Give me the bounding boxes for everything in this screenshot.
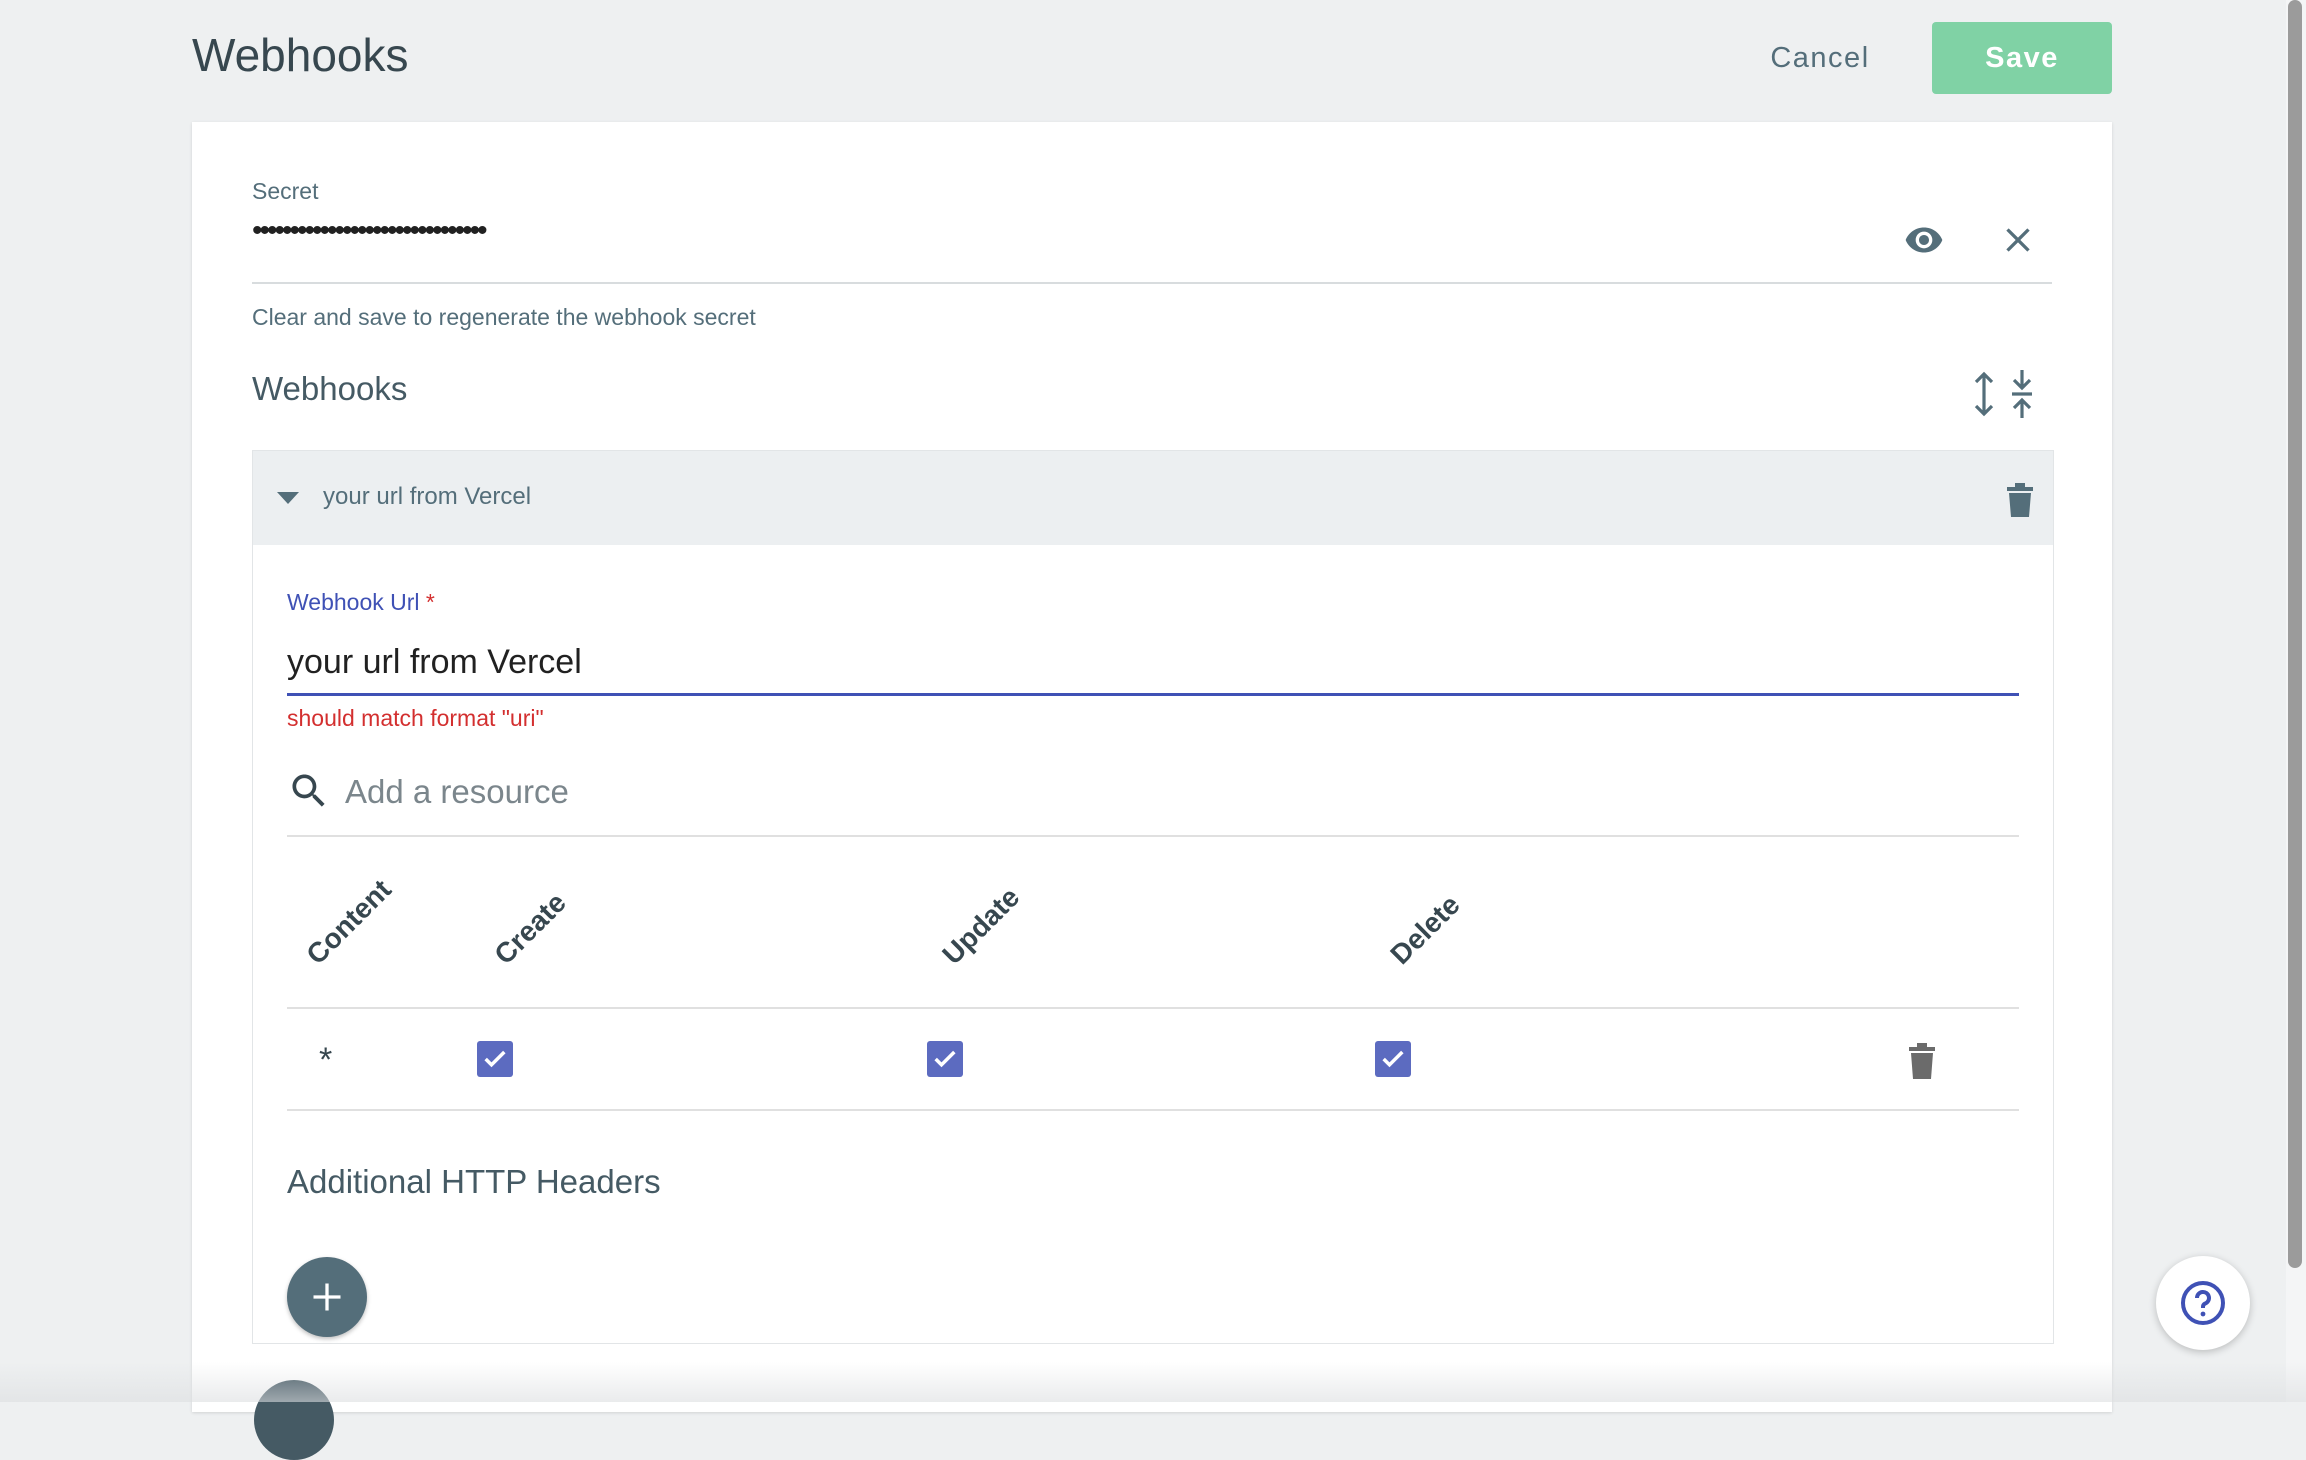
- expand-all-icon[interactable]: [1970, 370, 1998, 418]
- help-icon: [2181, 1281, 2225, 1325]
- resource-search-underline: [287, 835, 2019, 837]
- delete-resource-icon[interactable]: [1907, 1041, 1937, 1079]
- webhook-url-label: Webhook Url *: [287, 589, 435, 616]
- update-checkbox[interactable]: [927, 1041, 963, 1077]
- page-title: Webhooks: [192, 29, 409, 81]
- delete-webhook-icon[interactable]: [2005, 481, 2035, 517]
- webhook-item-header[interactable]: your url from Vercel: [253, 451, 2053, 545]
- table-row-divider: [287, 1109, 2019, 1111]
- webhook-url-label-text: Webhook Url: [287, 589, 420, 615]
- close-icon[interactable]: [1998, 220, 2038, 260]
- delete-checkbox[interactable]: [1375, 1041, 1411, 1077]
- webhook-item-panel: your url from Vercel Webhook Url * shoul…: [252, 450, 2054, 1344]
- webhook-item-title: your url from Vercel: [323, 483, 532, 510]
- column-header-content: Content: [300, 873, 398, 971]
- secret-helper-text: Clear and save to regenerate the webhook…: [252, 304, 756, 330]
- eye-icon[interactable]: [1904, 220, 1944, 260]
- webhooks-form-card: Secret ••••••••••••••••••••••••••••••• C…: [192, 122, 2112, 1460]
- column-header-delete: Delete: [1384, 888, 1466, 971]
- search-icon: [287, 769, 331, 813]
- webhooks-section-title: Webhooks: [252, 370, 408, 407]
- webhook-url-input[interactable]: [287, 637, 2019, 687]
- secret-underline: [252, 282, 2052, 284]
- cancel-button[interactable]: Cancel: [1740, 22, 1900, 94]
- resource-content-cell: *: [319, 1041, 333, 1079]
- additional-headers-title: Additional HTTP Headers: [287, 1163, 661, 1200]
- chevron-down-icon[interactable]: [275, 489, 301, 507]
- save-button[interactable]: Save: [1932, 22, 2112, 94]
- secret-field[interactable]: •••••••••••••••••••••••••••••••: [252, 214, 488, 248]
- add-webhook-button[interactable]: [254, 1380, 334, 1460]
- secret-label: Secret: [252, 178, 319, 204]
- collapse-all-icon[interactable]: [2008, 370, 2036, 418]
- plus-icon: [313, 1283, 341, 1311]
- column-header-create: Create: [488, 886, 572, 971]
- column-header-update: Update: [936, 881, 1026, 971]
- add-resource-input[interactable]: [345, 765, 1945, 819]
- scrollbar-thumb[interactable]: [2288, 0, 2302, 1268]
- webhook-url-error: should match format "uri": [287, 705, 544, 731]
- table-header-divider: [287, 1007, 2019, 1009]
- add-header-button[interactable]: [287, 1257, 367, 1337]
- required-mark: *: [425, 589, 435, 615]
- help-button[interactable]: [2156, 1256, 2250, 1350]
- create-checkbox[interactable]: [477, 1041, 513, 1077]
- webhook-url-underline: [287, 693, 2019, 696]
